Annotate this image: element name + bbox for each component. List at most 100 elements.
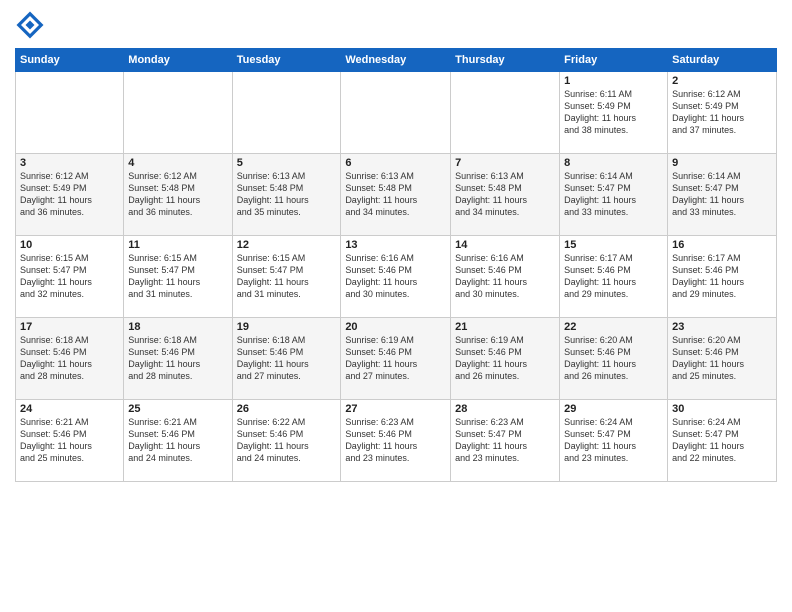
calendar-week-row: 17 Sunrise: 6:18 AM Sunset: 5:46 PM Dayli… [16,318,777,400]
calendar-week-row: 1Sunrise: 6:11 AM Sunset: 5:49 PM Daylig… [16,72,777,154]
day-number: 10 [20,239,119,251]
day-number: 11 [128,239,227,251]
calendar-cell: 15Sunrise: 6:17 AM Sunset: 5:46 PM Dayli… [560,236,668,318]
day-number: 6 [345,157,446,169]
calendar-cell: 9Sunrise: 6:14 AM Sunset: 5:47 PM Daylig… [668,154,777,236]
weekday-header-friday: Friday [560,49,668,72]
weekday-header-wednesday: Wednesday [341,49,451,72]
day-number: 23 [672,321,772,333]
page: SundayMondayTuesdayWednesdayThursdayFrid… [0,0,792,612]
day-info: Sunrise: 6:14 AM Sunset: 5:47 PM Dayligh… [564,170,663,219]
day-number: 27 [345,403,446,415]
day-number: 1 [564,75,663,87]
day-info: Sunrise: 6:19 AM Sunset: 5:46 PM Dayligh… [345,334,446,383]
day-info: Sunrise: 6:20 AM Sunset: 5:46 PM Dayligh… [564,334,663,383]
day-info: Sunrise: 6:16 AM Sunset: 5:46 PM Dayligh… [455,252,555,301]
day-number: 8 [564,157,663,169]
calendar-cell: 26Sunrise: 6:22 AM Sunset: 5:46 PM Dayli… [232,400,341,482]
day-number: 9 [672,157,772,169]
day-number: 12 [237,239,337,251]
calendar-cell: 3Sunrise: 6:12 AM Sunset: 5:49 PM Daylig… [16,154,124,236]
day-info: Sunrise: 6:23 AM Sunset: 5:46 PM Dayligh… [345,416,446,465]
calendar-cell: 16Sunrise: 6:17 AM Sunset: 5:46 PM Dayli… [668,236,777,318]
weekday-header-sunday: Sunday [16,49,124,72]
day-info: Sunrise: 6:15 AM Sunset: 5:47 PM Dayligh… [237,252,337,301]
calendar-cell [451,72,560,154]
day-number: 13 [345,239,446,251]
calendar-cell: 17Sunrise: 6:18 AM Sunset: 5:46 PM Dayli… [16,318,124,400]
calendar-cell: 23Sunrise: 6:20 AM Sunset: 5:46 PM Dayli… [668,318,777,400]
day-info: Sunrise: 6:15 AM Sunset: 5:47 PM Dayligh… [128,252,227,301]
calendar-cell: 5Sunrise: 6:13 AM Sunset: 5:48 PM Daylig… [232,154,341,236]
day-number: 3 [20,157,119,169]
weekday-header-saturday: Saturday [668,49,777,72]
calendar-cell [16,72,124,154]
calendar-cell [341,72,451,154]
day-info: Sunrise: 6:16 AM Sunset: 5:46 PM Dayligh… [345,252,446,301]
calendar-cell: 27Sunrise: 6:23 AM Sunset: 5:46 PM Dayli… [341,400,451,482]
calendar-week-row: 10Sunrise: 6:15 AM Sunset: 5:47 PM Dayli… [16,236,777,318]
day-number: 29 [564,403,663,415]
calendar-cell: 25Sunrise: 6:21 AM Sunset: 5:46 PM Dayli… [124,400,232,482]
calendar-cell [124,72,232,154]
weekday-header-tuesday: Tuesday [232,49,341,72]
day-info: Sunrise: 6:13 AM Sunset: 5:48 PM Dayligh… [455,170,555,219]
day-info: Sunrise: 6:15 AM Sunset: 5:47 PM Dayligh… [20,252,119,301]
header [15,10,777,40]
calendar-cell: 7Sunrise: 6:13 AM Sunset: 5:48 PM Daylig… [451,154,560,236]
day-info: Sunrise: 6:12 AM Sunset: 5:49 PM Dayligh… [20,170,119,219]
calendar-cell: 13Sunrise: 6:16 AM Sunset: 5:46 PM Dayli… [341,236,451,318]
day-number: 30 [672,403,772,415]
day-info: Sunrise: 6:17 AM Sunset: 5:46 PM Dayligh… [564,252,663,301]
calendar-cell: 14Sunrise: 6:16 AM Sunset: 5:46 PM Dayli… [451,236,560,318]
day-info: Sunrise: 6:11 AM Sunset: 5:49 PM Dayligh… [564,88,663,137]
calendar-cell: 8Sunrise: 6:14 AM Sunset: 5:47 PM Daylig… [560,154,668,236]
day-info: Sunrise: 6:24 AM Sunset: 5:47 PM Dayligh… [564,416,663,465]
day-info: Sunrise: 6:20 AM Sunset: 5:46 PM Dayligh… [672,334,772,383]
calendar-cell: 24Sunrise: 6:21 AM Sunset: 5:46 PM Dayli… [16,400,124,482]
weekday-header-thursday: Thursday [451,49,560,72]
calendar-week-row: 24Sunrise: 6:21 AM Sunset: 5:46 PM Dayli… [16,400,777,482]
calendar-cell: 12Sunrise: 6:15 AM Sunset: 5:47 PM Dayli… [232,236,341,318]
calendar-cell: 4Sunrise: 6:12 AM Sunset: 5:48 PM Daylig… [124,154,232,236]
calendar-cell: 22Sunrise: 6:20 AM Sunset: 5:46 PM Dayli… [560,318,668,400]
day-info: Sunrise: 6:13 AM Sunset: 5:48 PM Dayligh… [345,170,446,219]
day-number: 18 [128,321,227,333]
day-info: Sunrise: 6:12 AM Sunset: 5:49 PM Dayligh… [672,88,772,137]
calendar-cell [232,72,341,154]
calendar-cell: 21Sunrise: 6:19 AM Sunset: 5:46 PM Dayli… [451,318,560,400]
day-info: Sunrise: 6:22 AM Sunset: 5:46 PM Dayligh… [237,416,337,465]
day-number: 19 [237,321,337,333]
day-info: Sunrise: 6:14 AM Sunset: 5:47 PM Dayligh… [672,170,772,219]
day-number: 26 [237,403,337,415]
calendar-cell: 19Sunrise: 6:18 AM Sunset: 5:46 PM Dayli… [232,318,341,400]
calendar-week-row: 3Sunrise: 6:12 AM Sunset: 5:49 PM Daylig… [16,154,777,236]
day-info: Sunrise: 6:13 AM Sunset: 5:48 PM Dayligh… [237,170,337,219]
day-info: Sunrise: 6:17 AM Sunset: 5:46 PM Dayligh… [672,252,772,301]
day-info: Sunrise: 6:23 AM Sunset: 5:47 PM Dayligh… [455,416,555,465]
calendar-cell: 30Sunrise: 6:24 AM Sunset: 5:47 PM Dayli… [668,400,777,482]
day-number: 15 [564,239,663,251]
logo-icon [15,10,45,40]
day-number: 20 [345,321,446,333]
calendar-cell: 18Sunrise: 6:18 AM Sunset: 5:46 PM Dayli… [124,318,232,400]
calendar-cell: 29Sunrise: 6:24 AM Sunset: 5:47 PM Dayli… [560,400,668,482]
calendar-cell: 11Sunrise: 6:15 AM Sunset: 5:47 PM Dayli… [124,236,232,318]
calendar-cell: 20Sunrise: 6:19 AM Sunset: 5:46 PM Dayli… [341,318,451,400]
day-number: 21 [455,321,555,333]
day-number: 17 [20,321,119,333]
weekday-header-monday: Monday [124,49,232,72]
day-info: Sunrise: 6:24 AM Sunset: 5:47 PM Dayligh… [672,416,772,465]
day-info: Sunrise: 6:18 AM Sunset: 5:46 PM Dayligh… [128,334,227,383]
day-info: Sunrise: 6:21 AM Sunset: 5:46 PM Dayligh… [128,416,227,465]
calendar-cell: 2Sunrise: 6:12 AM Sunset: 5:49 PM Daylig… [668,72,777,154]
day-number: 5 [237,157,337,169]
calendar-cell: 1Sunrise: 6:11 AM Sunset: 5:49 PM Daylig… [560,72,668,154]
day-number: 14 [455,239,555,251]
day-number: 22 [564,321,663,333]
weekday-header-row: SundayMondayTuesdayWednesdayThursdayFrid… [16,49,777,72]
logo [15,10,49,40]
calendar-table: SundayMondayTuesdayWednesdayThursdayFrid… [15,48,777,482]
day-info: Sunrise: 6:19 AM Sunset: 5:46 PM Dayligh… [455,334,555,383]
day-number: 16 [672,239,772,251]
